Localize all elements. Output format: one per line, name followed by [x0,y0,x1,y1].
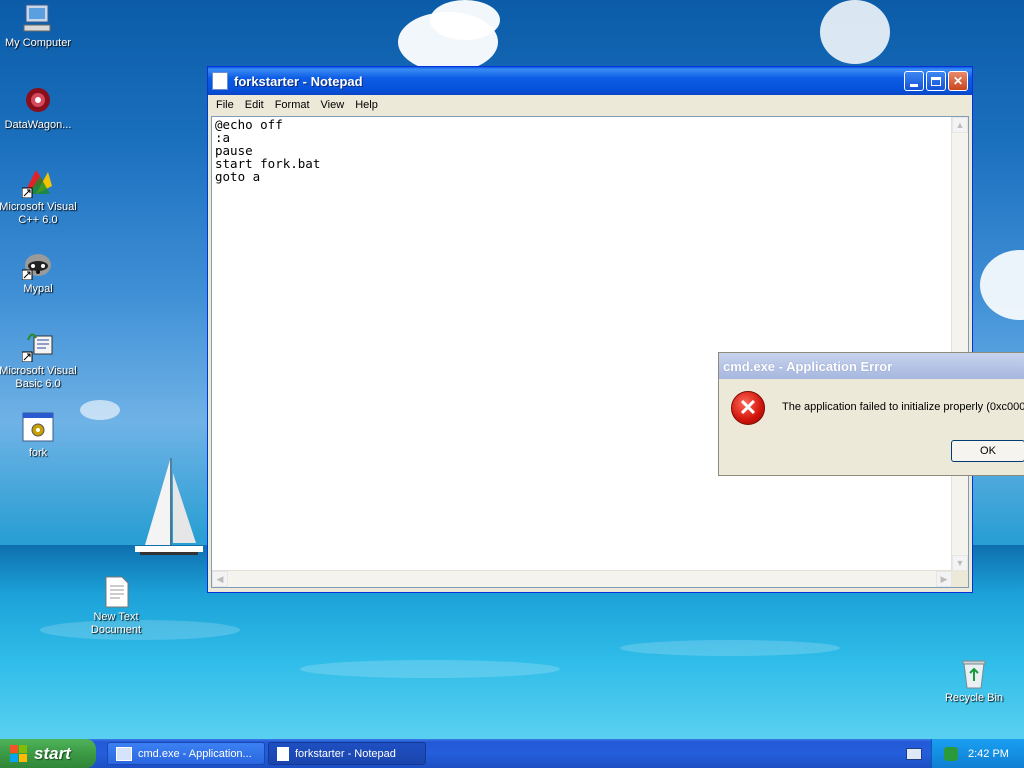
menu-edit[interactable]: Edit [241,99,271,111]
desktop-icon-label: Microsoft Visual Basic 6.0 [0,365,77,390]
start-label: start [34,743,71,763]
desktop-icon-label: Microsoft Visual C++ 6.0 [0,201,77,226]
notepad-content[interactable]: @echo off :a pause start fork.bat goto a [212,117,968,184]
menu-help[interactable]: Help [351,99,385,111]
menu-file[interactable]: File [212,99,241,111]
datawagon-icon [22,84,54,116]
error-icon: ✕ [731,391,765,425]
notepad-icon [212,72,228,90]
scroll-left-icon[interactable]: ◀ [212,571,228,587]
desktop-icon-datawagon[interactable]: DataWagon... [0,84,80,132]
visual-basic-icon [21,330,54,363]
notepad-menubar: File Edit Format View Help [208,95,972,115]
desktop-icon-label: Mypal [23,283,53,295]
my-computer-icon [22,2,54,34]
taskbar: start cmd.exe - Application... forkstart… [0,739,1024,768]
recycle-bin-icon [958,657,990,689]
minimize-icon [910,83,918,87]
start-button[interactable]: start [0,739,96,768]
desktop-icon-new-text-document[interactable]: New Text Document [74,576,158,637]
maximize-button[interactable] [926,71,946,91]
desktop-icon-label: fork [28,447,48,459]
desktop-icon-fork[interactable]: fork [0,412,80,460]
maximize-icon [931,76,941,86]
sailboat-image [135,458,203,555]
visual-cpp-icon [21,166,54,199]
close-icon: ✕ [952,74,964,88]
desktop-icon-label: New Text Document [90,611,142,636]
system-tray: 2:42 PM [931,739,1024,768]
ok-button[interactable]: OK [951,440,1024,462]
menu-view[interactable]: View [317,99,352,111]
desktop-icon-visual-cpp[interactable]: Microsoft Visual C++ 6.0 [0,166,80,227]
text-document-icon [100,576,132,608]
desktop-icon-mypal[interactable]: Mypal [0,248,80,296]
window-icon [116,746,132,761]
fork-batch-icon [22,412,54,444]
windows-logo-icon [10,744,28,763]
notepad-icon [277,746,289,761]
desktop-icon-label: DataWagon... [4,119,72,131]
desktop-icon-label: Recycle Bin [944,692,1004,704]
scroll-up-icon[interactable]: ▲ [952,117,968,133]
taskbar-item-notepad[interactable]: forkstarter - Notepad [268,742,426,765]
error-dialog[interactable]: cmd.exe - Application Error ✕ The applic… [718,352,1024,476]
error-dialog-title[interactable]: cmd.exe - Application Error [719,353,1024,379]
taskbar-item-label: cmd.exe - Application... [138,747,252,760]
keyboard-icon[interactable] [906,748,922,760]
menu-format[interactable]: Format [271,99,317,111]
resize-grip-icon[interactable] [952,571,968,587]
desktop-icon-label: My Computer [4,37,72,49]
minimize-button[interactable] [904,71,924,91]
error-message: The application failed to initialize pro… [782,401,1024,413]
notepad-titlebar[interactable]: forkstarter - Notepad ✕ [208,67,972,95]
desktop-icon-recycle-bin[interactable]: Recycle Bin [932,657,1016,705]
notepad-title: forkstarter - Notepad [234,73,363,89]
scroll-right-icon[interactable]: ▶ [936,571,952,587]
notepad-window[interactable]: forkstarter - Notepad ✕ File Edit Format… [207,66,973,593]
scroll-down-icon[interactable]: ▼ [952,555,968,571]
taskbar-item-label: forkstarter - Notepad [295,747,396,760]
network-icon[interactable] [944,746,958,761]
taskbar-item-cmd-error[interactable]: cmd.exe - Application... [107,742,265,765]
desktop-icon-my-computer[interactable]: My Computer [0,2,80,50]
vertical-scrollbar[interactable]: ▲ ▼ [951,117,968,571]
clock[interactable]: 2:42 PM [968,748,1009,760]
desktop-icon-visual-basic[interactable]: Microsoft Visual Basic 6.0 [0,330,80,391]
horizontal-scrollbar[interactable]: ◀ ▶ [212,570,952,587]
close-button[interactable]: ✕ [948,71,968,91]
mypal-icon [21,248,54,281]
